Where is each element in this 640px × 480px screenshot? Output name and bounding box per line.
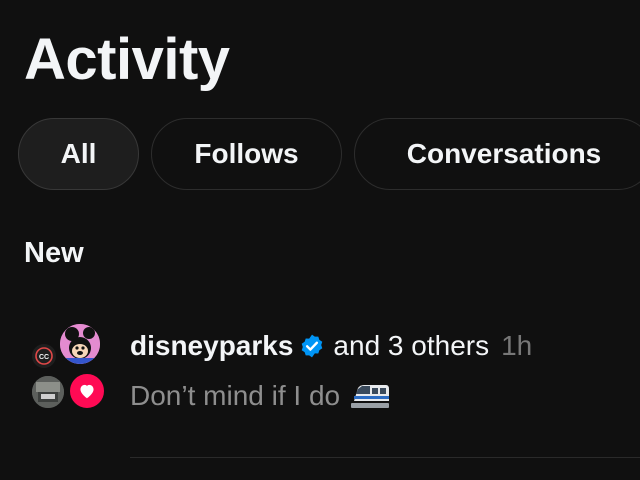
section-heading-new: New — [24, 237, 84, 269]
timestamp: 1h — [501, 330, 533, 361]
username-link[interactable]: disneyparks — [130, 330, 293, 362]
tab-all[interactable]: All — [18, 118, 139, 190]
others-count-text: and 3 others — [333, 330, 490, 361]
notification-header: disneyparks and 3 others 1h — [130, 326, 630, 366]
svg-text:CC: CC — [39, 354, 49, 361]
cc-avatar: CC — [30, 342, 58, 370]
tab-conversations[interactable]: Conversations — [354, 118, 640, 190]
garage-avatar — [30, 374, 66, 410]
notification-body: disneyparks and 3 others 1h Don’t mind i… — [130, 326, 630, 418]
comment-text: Don’t mind if I do — [130, 380, 341, 411]
heart-icon — [68, 372, 106, 410]
notification-comment: Don’t mind if I do — [130, 374, 630, 418]
notification-item[interactable]: CC disneyparks and 3 others 1h Don’t min… — [0, 312, 640, 458]
tab-follows[interactable]: Follows — [151, 118, 342, 190]
verified-badge-icon — [299, 333, 325, 359]
avatar-cluster[interactable]: CC — [28, 322, 108, 410]
divider — [130, 457, 640, 458]
page-title: Activity — [24, 27, 230, 92]
monorail-icon — [350, 381, 390, 411]
activity-filter-tabs: All Follows Conversations — [18, 118, 640, 192]
disney-avatar — [58, 322, 102, 366]
